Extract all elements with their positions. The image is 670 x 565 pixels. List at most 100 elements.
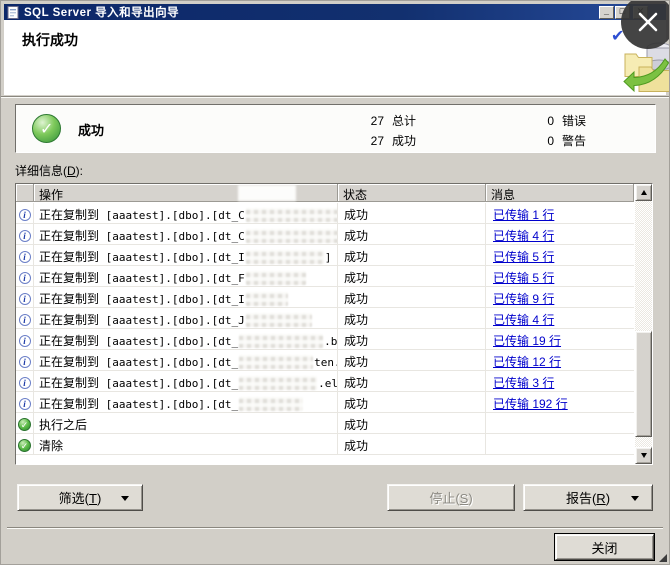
transferred-rows-link[interactable]: 已传输 3 行 (493, 376, 554, 390)
status-cell: 成功 (338, 434, 486, 454)
message-cell: 已传输 9 行 (486, 287, 634, 307)
transferred-rows-link[interactable]: 已传输 9 行 (493, 292, 554, 306)
row-icon-cell (16, 371, 34, 391)
page-title: 执行成功 (22, 30, 78, 50)
message-cell: 已传输 19 行 (486, 329, 634, 349)
table-row[interactable]: 正在复制到 [aaatest].[dbo].[dt_J成功已传输 4 行 (16, 308, 634, 329)
close-button[interactable]: 关闭 (555, 534, 654, 560)
message-cell: 已传输 5 行 (486, 266, 634, 286)
operation-cell: 正在复制到 [aaatest].[dbo].[dt_I] (34, 245, 338, 265)
info-icon (19, 251, 31, 263)
row-icon-cell (16, 392, 34, 412)
status-cell: 成功 (338, 392, 486, 412)
resize-grip[interactable] (659, 554, 667, 562)
scroll-up-button[interactable] (635, 184, 652, 201)
filter-dropdown-icon (121, 496, 129, 501)
row-icon-cell (16, 245, 34, 265)
status-cell: 成功 (338, 350, 486, 370)
info-icon (19, 272, 31, 284)
operation-text: 正在复制到 (39, 292, 99, 306)
titlebar[interactable]: SQL Server 导入和导出向导 _ □ ✕ (4, 4, 666, 20)
status-cell: 成功 (338, 371, 486, 391)
censored-text (246, 229, 338, 243)
stop-button[interactable]: 停止(S) (387, 484, 515, 511)
message-cell: 已传输 1 行 (486, 203, 634, 223)
object-path-suffix: ten... (314, 356, 338, 369)
report-button[interactable]: 报告(R) (523, 484, 653, 511)
info-icon (19, 398, 31, 410)
header-divider (1, 96, 669, 98)
row-icon-cell (16, 413, 34, 433)
summary-panel: 成功 27总计 27成功 0错误 0警告 (15, 104, 656, 153)
transferred-rows-link[interactable]: 已传输 5 行 (493, 271, 554, 285)
table-row[interactable]: 正在复制到 [aaatest].[dbo].[dt_C成功已传输 4 行 (16, 224, 634, 245)
censored-text (246, 292, 288, 306)
table-row[interactable]: 执行之后成功 (16, 413, 634, 434)
message-cell (486, 434, 634, 454)
object-path: [aaatest].[dbo].[dt_ (99, 335, 238, 348)
info-icon (19, 377, 31, 389)
status-cell: 成功 (338, 329, 486, 349)
info-icon (19, 356, 31, 368)
operation-cell: 正在复制到 [aaatest].[dbo].[dt_.eld] (34, 371, 338, 391)
object-path: [aaatest].[dbo].[dt_I (99, 293, 245, 306)
operation-text: 正在复制到 (39, 271, 99, 285)
transferred-rows-link[interactable]: 已传输 19 行 (493, 334, 561, 348)
message-cell (486, 413, 634, 433)
operation-cell: 正在复制到 [aaatest].[dbo].[dt_C (34, 224, 338, 244)
filter-button[interactable]: 筛选(T) (17, 484, 143, 511)
row-icon-cell (16, 224, 34, 244)
object-path: [aaatest].[dbo].[dt_I (99, 251, 245, 264)
object-path: [aaatest].[dbo].[dt_C (99, 209, 245, 222)
object-path: [aaatest].[dbo].[dt_ (99, 377, 238, 390)
transferred-rows-link[interactable]: 已传输 4 行 (493, 313, 554, 327)
transferred-rows-link[interactable]: 已传输 4 行 (493, 229, 554, 243)
object-path: [aaatest].[dbo].[dt_ (99, 398, 238, 411)
operation-cell: 正在复制到 [aaatest].[dbo].[dt_ten... (34, 350, 338, 370)
object-path-suffix: .eld] (318, 377, 338, 390)
vertical-scrollbar[interactable] (635, 184, 652, 464)
message-cell: 已传输 4 行 (486, 224, 634, 244)
close-icon (636, 10, 660, 34)
table-row[interactable]: 正在复制到 [aaatest].[dbo].[dt_.bum]成功已传输 19 … (16, 329, 634, 350)
up-arrow-icon (641, 190, 647, 195)
info-icon (19, 335, 31, 347)
table-row[interactable]: 正在复制到 [aaatest].[dbo].[dt_I成功已传输 9 行 (16, 287, 634, 308)
window-title: SQL Server 导入和导出向导 (24, 4, 179, 20)
censored-text (239, 376, 317, 390)
status-cell: 成功 (338, 224, 486, 244)
table-row[interactable]: 正在复制到 [aaatest].[dbo].[dt_ten...成功已传输 12… (16, 350, 634, 371)
column-header-status[interactable]: 状态 (338, 184, 486, 202)
minimize-button[interactable]: _ (599, 6, 614, 19)
status-cell: 成功 (338, 266, 486, 286)
column-header-message[interactable]: 消息 (486, 184, 634, 202)
transferred-rows-link[interactable]: 已传输 192 行 (493, 397, 568, 411)
wizard-window: SQL Server 导入和导出向导 _ □ ✕ 执行成功 ✔ 成功 27总计 … (0, 0, 670, 565)
status-cell: 成功 (338, 308, 486, 328)
table-row[interactable]: 正在复制到 [aaatest].[dbo].[dt_I]成功已传输 5 行 (16, 245, 634, 266)
row-icon-cell (16, 350, 34, 370)
scroll-down-button[interactable] (635, 447, 652, 464)
transferred-rows-link[interactable]: 已传输 12 行 (493, 355, 561, 369)
table-row[interactable]: 正在复制到 [aaatest].[dbo].[dt_.eld]成功已传输 3 行 (16, 371, 634, 392)
table-row[interactable]: 正在复制到 [aaatest].[dbo].[dt_C成功已传输 1 行 (16, 203, 634, 224)
censored-region (238, 185, 296, 201)
wizard-header: 执行成功 ✔ (4, 20, 666, 95)
table-row[interactable]: 正在复制到 [aaatest].[dbo].[dt_F成功已传输 5 行 (16, 266, 634, 287)
operation-cell: 正在复制到 [aaatest].[dbo].[dt_ (34, 392, 338, 412)
column-header-icon[interactable] (16, 184, 34, 202)
censored-text (239, 334, 323, 348)
table-row[interactable]: 正在复制到 [aaatest].[dbo].[dt_成功已传输 192 行 (16, 392, 634, 413)
row-icon-cell (16, 434, 34, 454)
operation-cell: 清除 (34, 434, 338, 454)
transferred-rows-link[interactable]: 已传输 1 行 (493, 208, 554, 222)
scrollbar-thumb[interactable] (635, 331, 652, 437)
info-icon (19, 209, 31, 221)
operation-text: 清除 (39, 439, 63, 453)
censored-text (246, 250, 324, 264)
transferred-rows-link[interactable]: 已传输 5 行 (493, 250, 554, 264)
censored-text (246, 208, 338, 222)
report-dropdown-icon (631, 496, 639, 501)
table-row[interactable]: 清除 成功 (16, 434, 634, 455)
app-icon (7, 6, 20, 19)
